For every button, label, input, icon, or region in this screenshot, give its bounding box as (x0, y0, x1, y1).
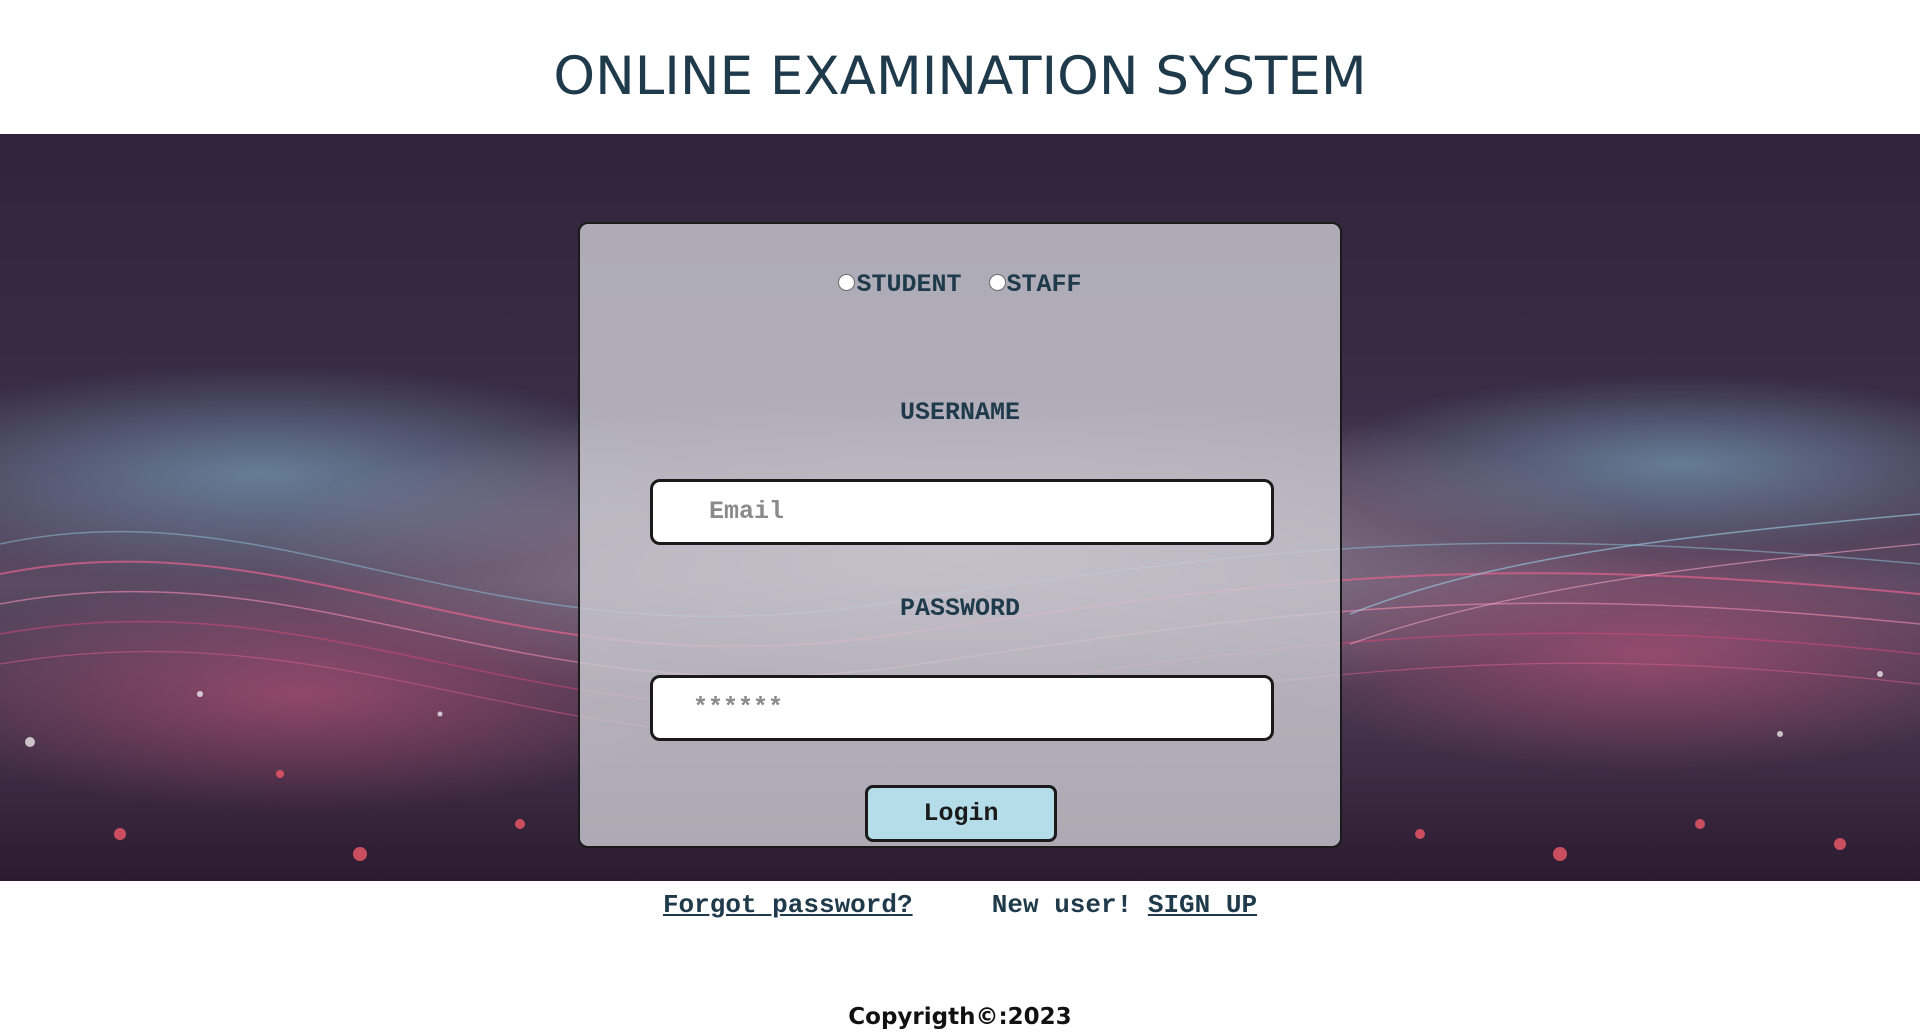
staff-label: STAFF (1006, 270, 1082, 299)
signup-link[interactable]: SIGN UP (1148, 890, 1257, 920)
password-label: PASSWORD (899, 594, 1021, 623)
new-user-text: New user! (991, 890, 1133, 920)
header: ONLINE EXAMINATION SYSTEM (0, 0, 1920, 134)
role-selector: STUDENT STAFF (580, 270, 1340, 301)
auth-links: Forgot password? New user! SIGN UP (0, 890, 1920, 920)
username-label: USERNAME (899, 398, 1021, 427)
student-label: STUDENT (856, 270, 962, 299)
role-option-student[interactable]: STUDENT (838, 270, 962, 299)
login-button[interactable]: Login (865, 785, 1057, 842)
role-option-staff[interactable]: STAFF (988, 270, 1082, 299)
copyright-text: Copyrigth©:2023 (848, 1004, 1072, 1030)
login-panel: STUDENT STAFF USERNAME Email PASSWORD **… (578, 222, 1342, 848)
email-input[interactable]: Email (650, 479, 1274, 545)
student-radio[interactable] (838, 274, 856, 291)
forgot-password-link[interactable]: Forgot password? (663, 890, 913, 920)
password-input[interactable]: ****** (650, 675, 1274, 741)
staff-radio[interactable] (988, 274, 1006, 291)
site-title: ONLINE EXAMINATION SYSTEM (553, 46, 1367, 107)
